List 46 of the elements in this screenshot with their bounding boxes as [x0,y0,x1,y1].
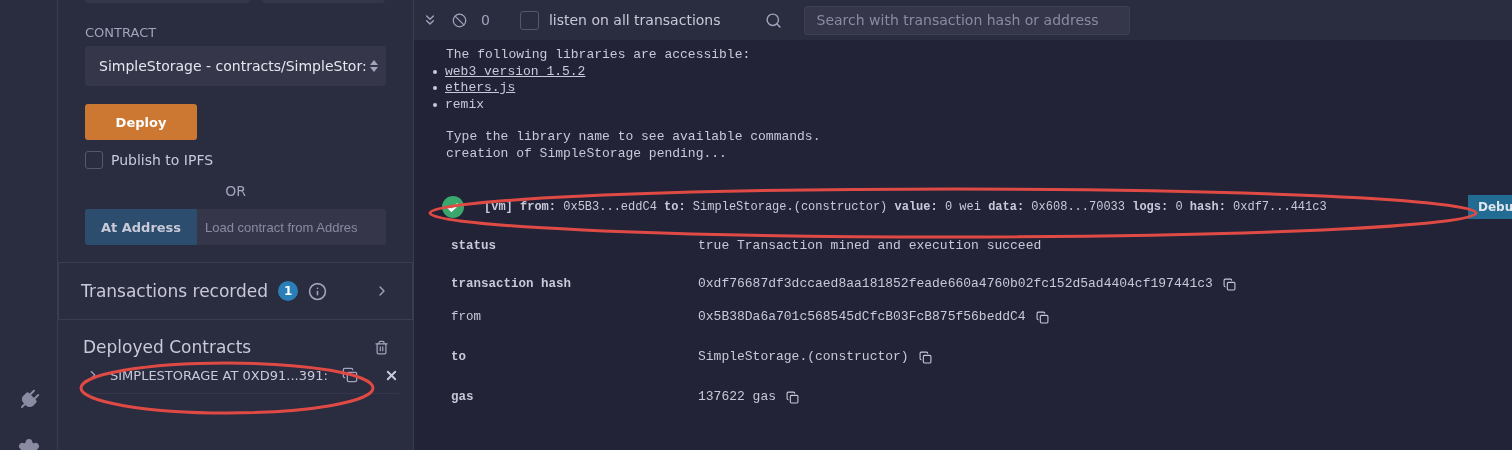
check-circle-icon [442,196,464,218]
detail-key: transaction hash [451,275,698,293]
search-field[interactable]: Search with transaction hash or address [803,5,1130,35]
listen-label: listen on all transactions [548,12,721,28]
copy-icon[interactable] [1222,277,1236,291]
listen-checkbox[interactable] [519,10,539,30]
clear-icon[interactable] [452,12,467,28]
detail-key: from [451,308,698,326]
bullet-icon [433,69,437,74]
search-icon[interactable] [764,11,782,29]
detail-value: 0x5B38Da6a701c568545dCfcB03FcB875f56beddC4 [698,308,1026,326]
contract-select[interactable]: SimpleStorage - contracts/SimpleStor: [85,46,386,86]
count-badge: 1 [278,281,299,301]
detail-key: to [451,348,698,366]
copy-icon[interactable] [341,367,358,383]
contract-label: CONTRACT [85,25,158,40]
detail-value: 0xdf76687df3dccaed8aa181852feade660a4760b02fc152d5ad4404cf197441c3 [698,275,1213,293]
or-label: OR [224,183,247,199]
console-line: Type the library name to see available commands. [446,129,822,146]
transactions-section[interactable]: Transactions recorded 1 [58,262,413,320]
transactions-title: Transactions recorded [81,281,269,301]
library-name: remix [445,96,484,113]
library-link[interactable]: ethers.js [445,80,516,97]
publish-checkbox[interactable] [85,151,103,169]
detail-value: SimpleStorage.(constructor) [698,348,909,366]
copy-icon[interactable] [918,350,932,364]
copy-icon[interactable] [1035,310,1049,324]
address-field[interactable]: Load contract from Addres [197,209,386,245]
debug-button[interactable]: Debu [1468,195,1512,219]
sort-arrows-icon [370,60,378,72]
detail-value: true Transaction mined and execution succeed [698,237,1042,255]
at-address-button[interactable]: At Address [85,209,197,245]
console-line: creation of SimpleStorage pending... [446,145,728,162]
intro-text: The following libraries are accessible: [446,47,752,64]
trash-icon[interactable] [374,339,389,355]
pending-count: 0 [481,12,490,28]
detail-value: 137622 gas [698,388,776,406]
copy-icon[interactable] [786,390,799,404]
info-icon[interactable] [308,281,328,301]
bullet-icon [433,86,437,91]
publish-label: Publish to IPFS [111,152,214,168]
detail-key: gas [451,388,698,406]
bullet-icon [433,102,437,107]
detail-key: status [451,237,698,255]
library-link[interactable]: web3 version 1.5.2 [445,63,586,80]
deployed-title: Deployed Contracts [83,337,252,357]
